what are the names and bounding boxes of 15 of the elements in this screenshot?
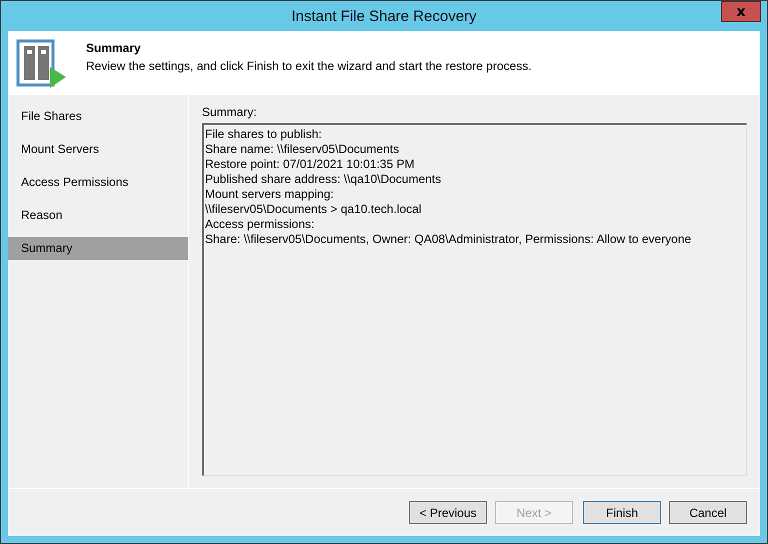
window-title: Instant File Share Recovery [291, 8, 477, 24]
summary-text-box[interactable]: File shares to publish: Share name: \\fileserv05\Documents Restore point: 07/01/2021 10:01:35 PM Published share address: \\qa10\Documents Mount servers mapping: \\fileserv05\Documents > qa10.tech.local Access permissions: Share: \\fileserv05\Documents, Owner: QA08\Administrator, Permissions: Allow to everyone [202, 123, 747, 476]
wizard-step[interactable]: Summary [8, 237, 188, 260]
wizard-button[interactable]: Finish [583, 501, 661, 524]
wizard-step[interactable]: Access Permissions [8, 171, 188, 194]
server-play-icon [16, 39, 66, 89]
summary-label: Summary: [202, 105, 258, 119]
step-title: Summary [86, 41, 142, 55]
wizard-step[interactable]: Reason [8, 204, 188, 227]
wizard-button[interactable]: Cancel [669, 501, 747, 524]
wizard-button[interactable]: < Previous [409, 501, 487, 524]
wizard-step[interactable]: Mount Servers [8, 138, 188, 161]
step-description: Review the settings, and click Finish to exit the wizard and start the restore process. [86, 59, 532, 73]
close-button[interactable]: x [721, 1, 761, 22]
wizard-step[interactable]: File Shares [8, 105, 188, 128]
